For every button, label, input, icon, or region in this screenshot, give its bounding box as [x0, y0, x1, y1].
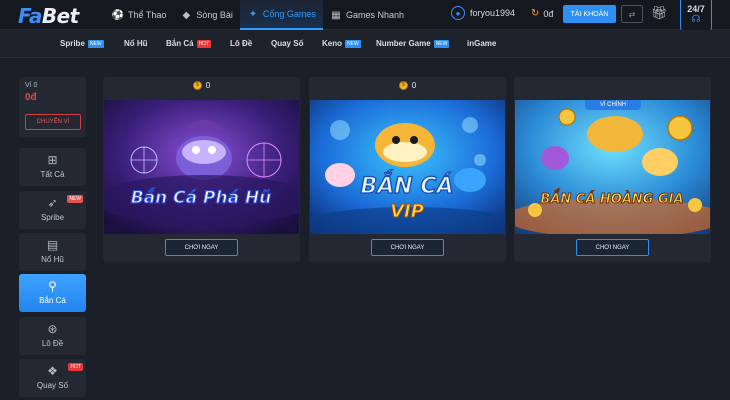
lottery-ball-icon: ⊛ — [47, 322, 58, 336]
sidebar-label: Tất Cả — [40, 170, 65, 179]
subnav-keno[interactable]: Keno NEW — [322, 39, 361, 48]
sidebar-item-lo-de[interactable]: ⊛ Lô Đề — [19, 317, 86, 355]
headset-icon: ☊ — [691, 14, 701, 25]
game-grid: $ 0 Bắn Cá Phá Hũ CHƠI NGAY $ 0 BẮN CÁ V… — [103, 77, 713, 400]
nav-label: Cổng Games — [262, 9, 316, 19]
wallet-amount: 0đ — [25, 92, 37, 103]
wallet-label: Ví 0 — [25, 82, 38, 89]
gamepad-icon: ✦ — [248, 8, 258, 20]
new-badge: NEW — [433, 39, 450, 48]
svg-text:Bắn Cá Phá Hũ: Bắn Cá Phá Hũ — [131, 187, 272, 208]
main-nav: ⚽ Thể Thao ◆ Sòng Bài ✦ Cổng Games ▦ Gam… — [105, 0, 411, 30]
subnav-quay-so[interactable]: Quay Số — [271, 39, 303, 48]
soccer-ball-icon: ⚽ — [111, 9, 125, 21]
subnav-ban-ca[interactable]: Bắn Cá HOT — [166, 39, 212, 48]
sidebar-item-no-hu[interactable]: ▤ Nổ Hũ — [19, 233, 86, 271]
sidebar-label: Nổ Hũ — [41, 255, 64, 264]
hot-badge: HOT — [68, 363, 83, 371]
fabet-logo[interactable]: FaBet — [18, 4, 79, 28]
sidebar-item-ban-ca[interactable]: ⚲ Bắn Cá — [19, 274, 86, 312]
subnav-label: Keno — [322, 39, 342, 48]
jackpot: $ 0 — [309, 81, 506, 90]
new-badge: NEW — [345, 39, 361, 48]
subnav-number-game[interactable]: Number Game NEW — [376, 39, 450, 48]
jackpot-value: 0 — [205, 81, 211, 90]
support-label: 24/7 — [687, 4, 705, 14]
subnav-ingame[interactable]: inGame — [467, 39, 496, 48]
play-now-button[interactable]: CHƠI NGAY — [165, 239, 238, 256]
nav-cong-games[interactable]: ✦ Cổng Games — [239, 0, 323, 30]
subnav-label: Number Game — [376, 39, 431, 48]
nav-song-bai[interactable]: ◆ Sòng Bài — [173, 0, 240, 30]
hot-badge: HOT — [196, 39, 212, 48]
subnav-spribe[interactable]: Spribe NEW — [60, 39, 104, 48]
nav-label: Games Nhanh — [345, 10, 404, 20]
sub-nav: Spribe NEW Nổ Hũ Bắn Cá HOT Lô Đề Quay S… — [0, 30, 730, 58]
top-header: FaBet ⚽ Thể Thao ◆ Sòng Bài ✦ Cổng Games… — [0, 0, 730, 42]
coin-icon: $ — [192, 81, 202, 90]
nav-the-thao[interactable]: ⚽ Thể Thao — [105, 0, 173, 30]
nav-label: Thể Thao — [128, 10, 167, 20]
game-title-art: BẮN CÁ VIP — [360, 169, 454, 222]
user-profile[interactable]: ● foryou1994 — [451, 6, 515, 20]
svg-text:VIP: VIP — [390, 201, 424, 222]
balance[interactable]: ↻ 0đ — [531, 8, 553, 19]
account-button[interactable]: TÀI KHOẢN — [563, 5, 616, 23]
subnav-lo-de[interactable]: Lô Đề — [230, 39, 252, 48]
sidebar-label: Spribe — [40, 213, 65, 222]
sidebar-item-quay-so[interactable]: HOT ❖ Quay Số — [19, 359, 86, 397]
subnav-label: Lô Đề — [230, 39, 253, 48]
game-card: $ 0 — [103, 77, 300, 262]
transfer-wallet-button[interactable]: CHUYỂN VÍ — [25, 114, 81, 130]
diamond-icon: ◆ — [182, 9, 191, 21]
nav-games-nhanh[interactable]: ▦ Games Nhanh — [323, 0, 411, 30]
game-card: VÍ CHÍNH BẮN CÁ HOÀNG GIA CHƠI NGAY — [514, 77, 711, 262]
sidebar-label: Bắn Cá — [39, 296, 66, 305]
fishing-hook-icon: ⚲ — [48, 279, 57, 293]
balance-value: 0đ — [543, 8, 554, 19]
grid-icon: ⊞ — [47, 153, 58, 167]
play-now-button[interactable]: CHƠI NGAY — [576, 239, 649, 256]
subnav-label: Quay Số — [271, 39, 304, 48]
sidebar-item-spribe[interactable]: NEW ➶ Spribe — [19, 191, 86, 229]
sidebar-item-tat-ca[interactable]: ⊞ Tất Cả — [19, 148, 86, 186]
subnav-label: inGame — [467, 39, 497, 48]
game-title-art: Bắn Cá Phá Hũ — [130, 186, 272, 208]
username: foryou1994 — [470, 8, 516, 18]
jackpot: $ 0 — [103, 81, 300, 90]
main-wallet-tag: VÍ CHÍNH — [585, 100, 641, 110]
svg-text:BẮN CÁ HOÀNG GIA: BẮN CÁ HOÀNG GIA — [540, 190, 683, 207]
jackpot-value: 0 — [411, 81, 417, 90]
new-badge: NEW — [67, 195, 83, 203]
grid-icon: ▦ — [331, 9, 341, 21]
sidebar-label: Quay Số — [36, 381, 69, 390]
wallet-panel: Ví 0 0đ CHUYỂN VÍ — [19, 77, 86, 137]
coin-icon: $ — [398, 81, 408, 90]
transfer-icon[interactable]: ⇄ — [621, 5, 643, 23]
game-card: $ 0 — [309, 77, 506, 262]
subnav-label: Spribe — [60, 39, 85, 48]
user-icon: ● — [451, 6, 465, 20]
nav-label: Sòng Bài — [196, 10, 233, 20]
new-badge: NEW — [87, 39, 104, 48]
subnav-no-hu[interactable]: Nổ Hũ — [124, 39, 148, 48]
play-now-button[interactable]: CHƠI NGAY — [371, 239, 444, 256]
sidebar-label: Lô Đề — [41, 339, 64, 348]
subnav-label: Nổ Hũ — [124, 39, 148, 48]
game-title-art: BẮN CÁ HOÀNG GIA — [540, 190, 684, 208]
slot-machine-icon: ▤ — [46, 238, 59, 252]
refresh-icon[interactable]: ↻ — [531, 8, 539, 19]
svg-text:BẮN CÁ: BẮN CÁ — [360, 170, 453, 199]
subnav-label: Bắn Cá — [166, 39, 194, 48]
gift-icon[interactable]: 🎁︎ — [651, 5, 668, 21]
